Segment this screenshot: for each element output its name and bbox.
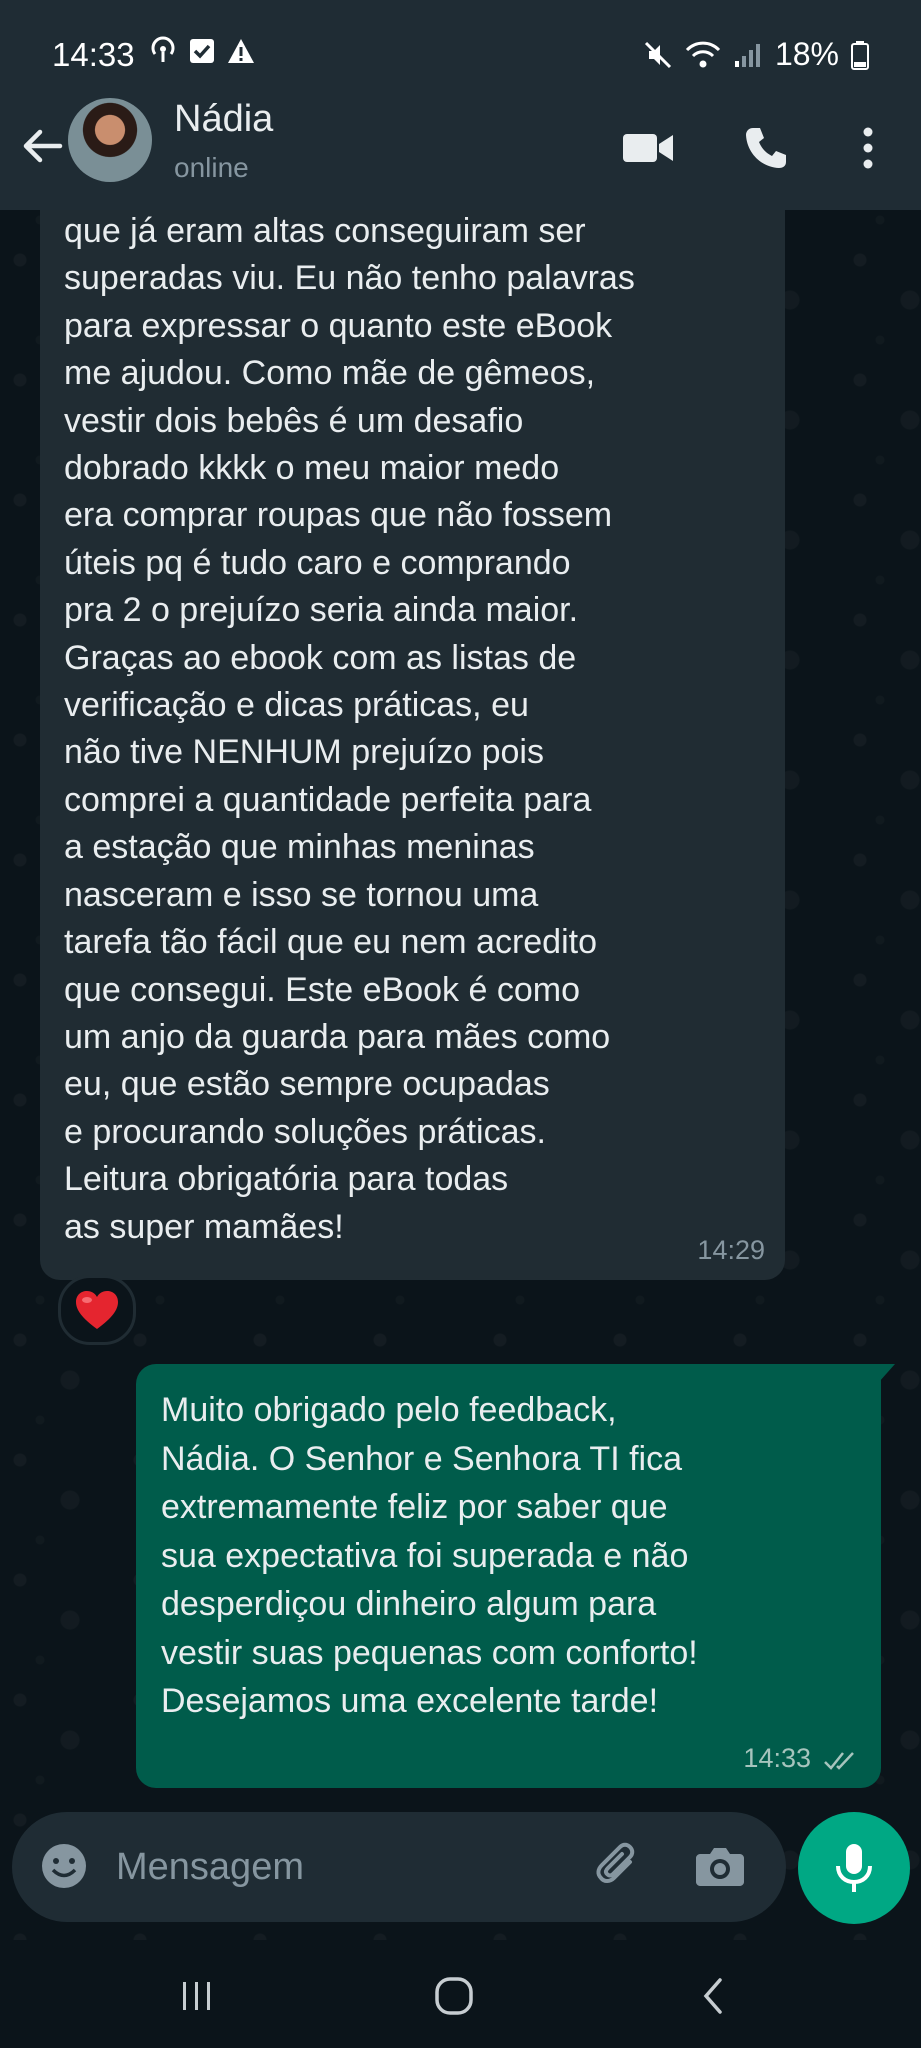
home-icon <box>435 1977 473 2015</box>
battery-icon <box>851 40 869 70</box>
contact-name[interactable]: Nádia <box>174 98 273 141</box>
mute-icon <box>644 41 672 68</box>
checkbox-notification-icon <box>190 39 214 63</box>
recent-apps-icon <box>183 1982 210 2010</box>
back-nav-button[interactable] <box>683 1966 743 2026</box>
camera-button[interactable] <box>692 1838 748 1894</box>
message-composer[interactable]: Mensagem <box>12 1812 786 1922</box>
more-vertical-icon <box>863 127 873 169</box>
outgoing-message-text: Muito obrigado pelo feedback, Nádia. O S… <box>161 1391 698 1720</box>
emoji-icon <box>42 1844 86 1888</box>
warning-icon <box>228 39 254 63</box>
hotspot-icon <box>151 36 175 62</box>
incoming-message-time: 14:29 <box>697 1235 765 1265</box>
system-navigation-bar <box>0 1940 921 2048</box>
status-right-icons: 18% <box>643 36 869 73</box>
chat-header: 14:33 18% Nádia online <box>0 0 921 210</box>
voice-call-button[interactable] <box>738 120 794 176</box>
paperclip-icon <box>596 1842 635 1883</box>
contact-status: online <box>174 152 249 183</box>
outgoing-message-time: 14:33 <box>743 1743 811 1773</box>
microphone-icon <box>836 1844 872 1892</box>
recent-apps-button[interactable] <box>167 1966 227 2026</box>
arrow-left-icon <box>23 129 63 163</box>
back-button[interactable] <box>14 118 70 174</box>
home-button[interactable] <box>424 1966 484 2026</box>
camera-icon <box>696 1848 744 1886</box>
video-call-icon <box>623 134 673 162</box>
wifi-icon <box>685 41 721 67</box>
voice-message-button[interactable] <box>798 1812 910 1924</box>
more-options-button[interactable] <box>840 120 896 176</box>
double-check-icon <box>824 1752 854 1770</box>
message-input[interactable]: Mensagem <box>116 1846 304 1889</box>
status-left-icons <box>148 36 256 66</box>
app-bar: Nádia online <box>0 98 921 210</box>
emoji-button[interactable] <box>36 1838 92 1894</box>
message-reaction[interactable] <box>58 1275 136 1345</box>
phone-icon <box>746 128 786 168</box>
status-bar: 14:33 18% <box>0 0 921 100</box>
contact-avatar[interactable] <box>68 98 152 182</box>
attach-button[interactable] <box>590 1838 646 1894</box>
video-call-button[interactable] <box>620 120 676 176</box>
heart-icon <box>76 1291 118 1329</box>
outgoing-message[interactable]: Muito obrigado pelo feedback, Nádia. O S… <box>136 1364 895 1788</box>
signal-icon <box>734 43 760 67</box>
battery-percent: 18% <box>774 36 839 72</box>
incoming-message-text: que já eram altas conseguiram ser supera… <box>64 212 635 1246</box>
status-time: 14:33 <box>52 36 135 73</box>
incoming-message[interactable]: que já eram altas conseguiram ser supera… <box>40 130 785 1280</box>
chevron-left-icon <box>703 1978 722 2014</box>
